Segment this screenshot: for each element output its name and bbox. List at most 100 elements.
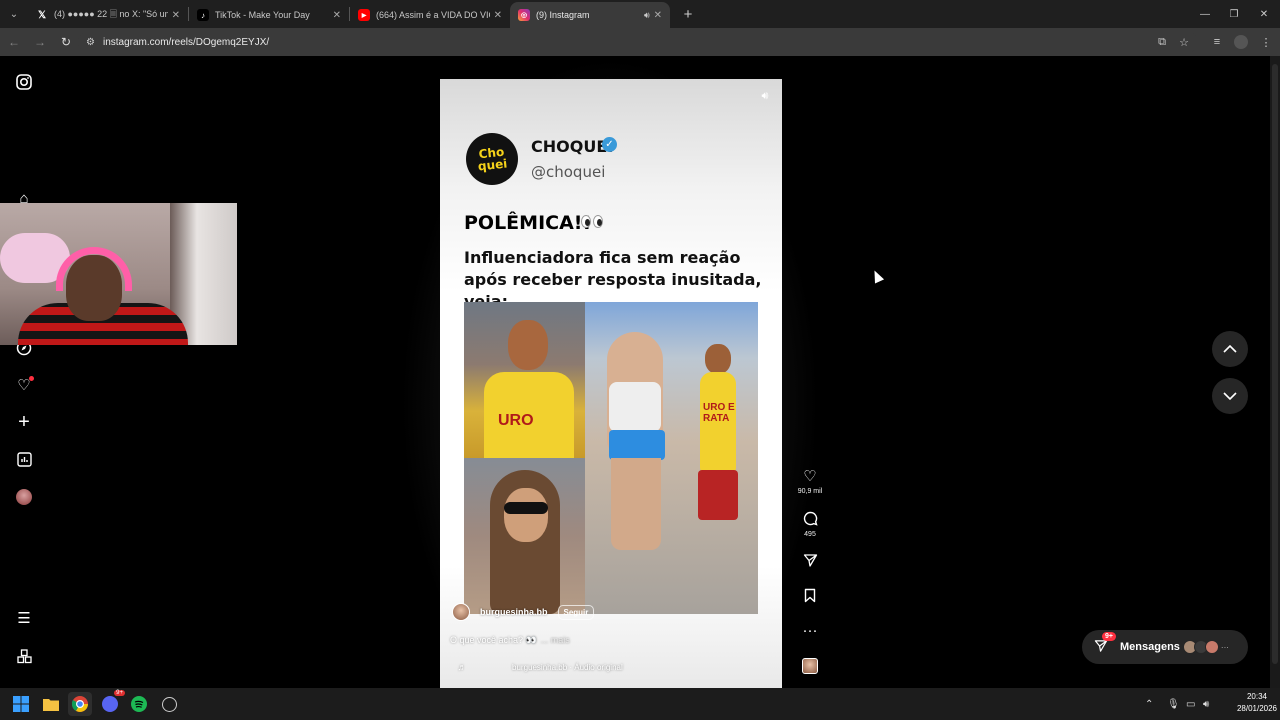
next-reel-button[interactable] <box>1212 378 1248 414</box>
create-plus-icon[interactable]: + <box>14 411 34 433</box>
reel-video[interactable]: 🔊︎ Cho quei CHOQUEI ✓ @choquei POLÊMICA!… <box>440 79 782 688</box>
microphone-icon[interactable]: 🎙︎ <box>1167 688 1180 720</box>
close-icon[interactable]: ✕ <box>494 10 502 21</box>
close-icon[interactable]: ✕ <box>333 10 341 21</box>
address-bar[interactable]: ⚙ instagram.com/reels/DOgemq2EYJX/ <box>78 31 1198 53</box>
volume-icon[interactable]: 🔊︎ <box>1203 688 1209 720</box>
audio-info[interactable]: ♬ burguesinha.bb · Áudio original <box>452 658 710 676</box>
audio-text[interactable]: burguesinha.bb · Áudio original <box>512 663 623 672</box>
messages-badge: 9+ <box>1102 631 1116 641</box>
windows-taskbar <box>0 688 1280 720</box>
avatar <box>1204 640 1219 654</box>
comment-icon <box>803 511 818 529</box>
choquei-logo: Cho quei <box>466 133 518 185</box>
photo-panel: URO <box>464 302 585 458</box>
mouse-cursor-icon <box>869 268 885 284</box>
caption-more-link[interactable]: ... mais <box>541 635 570 645</box>
ellipsis-icon: ··· <box>802 622 818 639</box>
close-window-button[interactable]: ✕ <box>1248 0 1280 28</box>
post-headline: POLÊMICA!! <box>464 212 592 234</box>
like-button[interactable]: ♡ 90,9 mil <box>794 468 826 495</box>
restore-button[interactable]: ❐ <box>1218 0 1250 28</box>
follow-button[interactable]: Seguir <box>557 604 595 620</box>
dashboard-icon[interactable] <box>14 449 34 469</box>
close-icon[interactable]: ✕ <box>172 10 180 21</box>
minimize-button[interactable]: — <box>1189 0 1221 28</box>
reload-button[interactable]: ↻ <box>54 30 78 54</box>
webcam-overlay <box>0 203 237 345</box>
photo-panel: URO E RATA <box>585 302 758 614</box>
audio-avatar[interactable] <box>802 658 818 674</box>
install-app-icon[interactable]: ⧉ <box>1151 28 1173 56</box>
tab-audio-icon[interactable]: 🔊︎ <box>644 10 650 21</box>
post-photo-collage: URO URO E RATA <box>464 302 758 614</box>
reel-caption: O que você acha? 👀 ... mais <box>450 635 570 646</box>
chrome-icon[interactable] <box>68 692 92 716</box>
tab-youtube[interactable]: ▶ (664) Assim é a VIDA DO VICIAD ✕ <box>350 2 510 28</box>
back-button[interactable]: ← <box>2 30 26 54</box>
more-menu-icon[interactable]: ☰ <box>14 608 34 628</box>
clock-date: 28/01/2026 <box>1236 704 1278 713</box>
system-clock[interactable]: 20:34 28/01/2026 <box>1234 691 1280 715</box>
x-logo-icon: 𝕏 <box>37 9 47 21</box>
tab-title: (9) Instagram <box>536 10 590 20</box>
tab-instagram[interactable]: ◎ (9) Instagram 🔊︎ ✕ <box>510 2 670 28</box>
network-icon[interactable]: ▭ <box>1186 688 1195 720</box>
photo-panel <box>464 458 585 614</box>
comment-button[interactable]: 495 <box>794 511 826 538</box>
profile-avatar[interactable] <box>14 487 34 507</box>
ellipsis-icon: ··· <box>1220 642 1229 652</box>
tab-search-button[interactable]: ⌄ <box>0 0 28 28</box>
tiktok-logo-icon: ♪ <box>197 9 209 21</box>
eyes-emoji-icon <box>581 215 603 228</box>
also-from-meta-icon[interactable] <box>14 646 34 666</box>
youtube-logo-icon: ▶ <box>358 9 370 21</box>
site-info-icon[interactable]: ⚙ <box>86 37 95 48</box>
messages-button[interactable]: 9+ Mensagens ··· <box>1082 630 1248 664</box>
previous-reel-button[interactable] <box>1212 331 1248 367</box>
photo-shirt-text: URO <box>498 412 534 429</box>
url-text[interactable]: instagram.com/reels/DOgemq2EYJX/ <box>103 37 269 48</box>
media-controls-icon[interactable]: ≡ <box>1206 28 1228 56</box>
instagram-reels-page: ⌂ ♡ + ☰ 🔊︎ Cho quei CHOQUEI ✓ @choquei P… <box>0 56 1280 688</box>
new-tab-button[interactable]: + <box>676 2 700 26</box>
author-name[interactable]: burguesinha.bb <box>480 607 548 617</box>
verified-badge-icon: ✓ <box>602 137 617 152</box>
tab-x[interactable]: 𝕏 (4) ●●●●● 22 🗏 no X: "Só um ✕ <box>28 2 188 28</box>
tab-tiktok[interactable]: ♪ TikTok - Make Your Day ✕ <box>189 2 349 28</box>
bookmark-icon <box>804 588 816 606</box>
windows-start-icon[interactable] <box>9 692 33 716</box>
message-avatars <box>1182 640 1219 654</box>
show-hidden-icons[interactable]: ⌃ <box>1145 688 1153 720</box>
clock-time: 20:34 <box>1246 692 1268 701</box>
spotify-icon[interactable] <box>127 692 151 716</box>
send-icon <box>803 553 818 571</box>
more-options-button[interactable]: ··· <box>794 622 826 640</box>
steam-icon[interactable] <box>157 692 181 716</box>
notification-dot <box>29 376 34 381</box>
page-scrollbar[interactable] <box>1270 56 1280 688</box>
instagram-logo-icon[interactable] <box>14 72 34 92</box>
speaker-icon[interactable]: 🔊︎ <box>758 89 772 103</box>
discord-badge: 9+ <box>114 690 125 696</box>
file-explorer-icon[interactable] <box>39 692 63 716</box>
send-icon: 9+ <box>1094 631 1116 656</box>
discord-icon[interactable]: 9+ <box>98 690 125 716</box>
forward-button[interactable]: → <box>28 30 52 54</box>
music-note-icon: ♬ <box>457 662 467 672</box>
instagram-logo-icon: ◎ <box>518 9 530 21</box>
like-count: 90,9 mil <box>797 488 823 495</box>
author-avatar[interactable] <box>452 603 470 621</box>
reel-author: burguesinha.bb Seguir <box>452 603 595 621</box>
share-button[interactable] <box>794 553 826 571</box>
browser-menu-icon[interactable]: ⋮ <box>1255 28 1277 56</box>
profile-avatar[interactable] <box>1230 28 1252 56</box>
tab-title: TikTok - Make Your Day <box>215 10 310 20</box>
tab-title: (664) Assim é a VIDA DO VICIAD <box>376 10 490 20</box>
save-button[interactable] <box>794 588 826 606</box>
close-icon[interactable]: ✕ <box>654 10 662 21</box>
messages-label: Mensagens <box>1120 641 1180 653</box>
notifications-heart-icon[interactable]: ♡ <box>14 375 34 395</box>
bookmark-star-icon[interactable]: ☆ <box>1173 28 1195 56</box>
tab-title: (4) ●●●●● 22 🗏 no X: "Só um <box>54 9 168 19</box>
